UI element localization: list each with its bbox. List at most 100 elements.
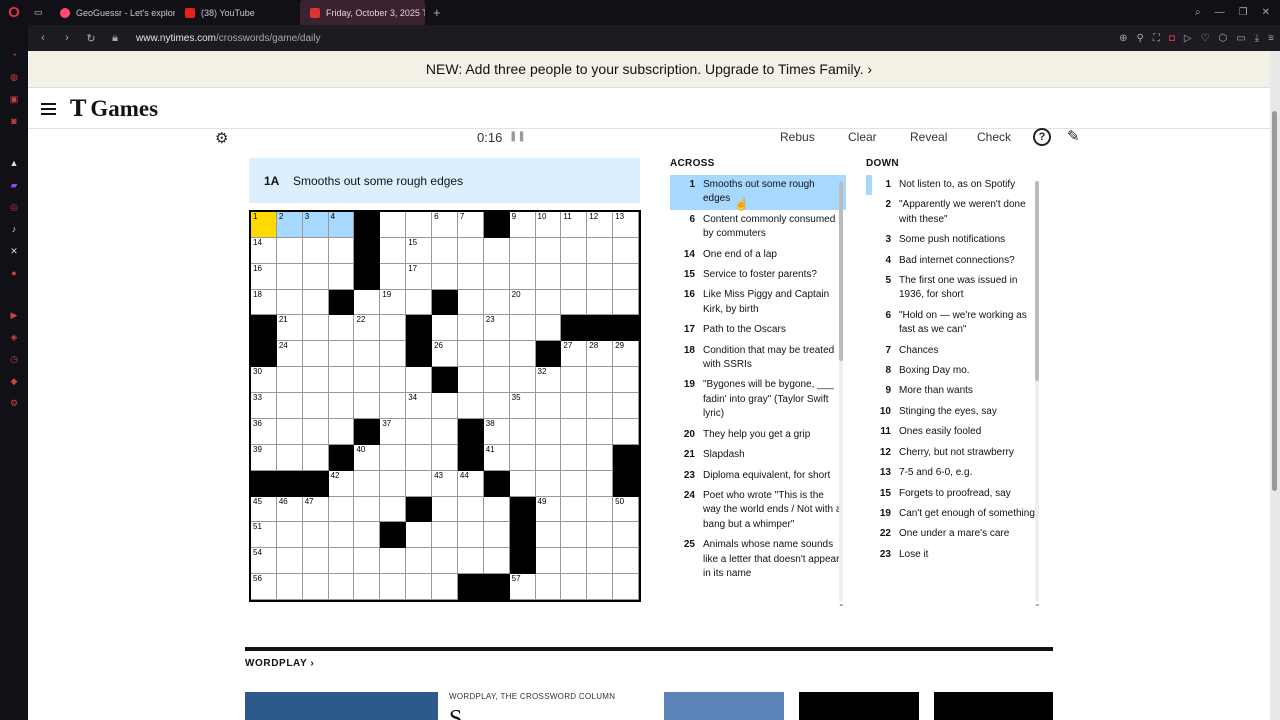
grid-cell[interactable]: [483, 496, 510, 523]
grid-cell[interactable]: [328, 522, 355, 549]
grid-cell[interactable]: [613, 418, 639, 445]
download-icon[interactable]: ⤓: [1255, 33, 1259, 44]
grid-cell[interactable]: 6: [432, 212, 458, 238]
grid-cell[interactable]: [432, 263, 458, 290]
grid-cell[interactable]: [328, 263, 355, 290]
wordplay-link[interactable]: WORDPLAY ›: [245, 658, 314, 669]
across-clue[interactable]: 15 Service to foster parents?: [670, 265, 846, 285]
game-thumbnail[interactable]: [934, 692, 1053, 720]
across-clue[interactable]: 23 Diploma equivalent, for short: [670, 466, 846, 486]
down-clue[interactable]: 7 Chances: [866, 341, 1041, 361]
grid-cell[interactable]: 15: [406, 237, 433, 264]
grid-cell[interactable]: [380, 574, 407, 600]
settings-icon[interactable]: ⚙: [8, 397, 20, 409]
grid-cell[interactable]: [302, 263, 329, 290]
grid-cell[interactable]: [354, 548, 381, 575]
grid-cell[interactable]: 2: [276, 212, 303, 238]
pause-icon[interactable]: ❚❚: [509, 131, 526, 142]
grid-cell[interactable]: [561, 289, 588, 316]
grid-cell[interactable]: [561, 470, 588, 497]
grid-cell[interactable]: 45: [251, 496, 277, 523]
menu-icon[interactable]: ≡: [1268, 33, 1274, 44]
grid-cell[interactable]: [354, 496, 381, 523]
grid-cell[interactable]: [406, 574, 433, 600]
grid-cell[interactable]: [406, 212, 433, 238]
grid-cell[interactable]: [354, 393, 381, 419]
grid-cell[interactable]: 49: [535, 496, 562, 523]
grid-cell[interactable]: [587, 367, 614, 394]
grid-cell[interactable]: [328, 496, 355, 523]
grid-cell[interactable]: [483, 367, 510, 394]
extensions-icon[interactable]: ◈: [8, 331, 20, 343]
grid-cell[interactable]: [380, 315, 407, 342]
across-clue[interactable]: 1 Smooths out some rough edges: [670, 175, 846, 210]
grid-cell[interactable]: [276, 522, 303, 549]
grid-cell[interactable]: [587, 574, 614, 600]
grid-cell[interactable]: 39: [251, 444, 277, 471]
grid-cell[interactable]: [380, 212, 407, 238]
grid-cell[interactable]: [328, 548, 355, 575]
down-clue[interactable]: 5 The first one was issued in 1936, for s…: [866, 271, 1041, 306]
app-icon[interactable]: ▲: [8, 157, 20, 169]
grid-cell[interactable]: [432, 393, 458, 419]
grid-cell[interactable]: 56: [251, 574, 277, 600]
across-clue[interactable]: 20 They help you get a grip: [670, 425, 846, 445]
zoom-icon[interactable]: ⊕: [1119, 33, 1127, 44]
grid-cell[interactable]: [535, 237, 562, 264]
grid-cell[interactable]: [302, 444, 329, 471]
grid-cell[interactable]: [406, 289, 433, 316]
grid-cell[interactable]: [276, 263, 303, 290]
across-scroll-down-icon[interactable]: ⌄: [838, 599, 845, 608]
grid-cell[interactable]: [380, 237, 407, 264]
grid-cell[interactable]: [302, 237, 329, 264]
maximize-icon[interactable]: ❐: [1239, 7, 1248, 18]
grid-cell[interactable]: 29: [613, 341, 639, 368]
pinboard-icon[interactable]: ▣: [8, 93, 20, 105]
grid-cell[interactable]: [509, 418, 536, 445]
grid-cell[interactable]: 16: [251, 263, 277, 290]
grid-cell[interactable]: [587, 263, 614, 290]
grid-cell[interactable]: [613, 289, 639, 316]
url-field[interactable]: www.nytimes.com/crosswords/game/daily: [136, 33, 321, 44]
grid-cell[interactable]: [380, 393, 407, 419]
grid-cell[interactable]: 32: [535, 367, 562, 394]
grid-cell[interactable]: [613, 522, 639, 549]
across-clue[interactable]: 17 Path to the Oscars: [670, 320, 846, 340]
extensions-icon[interactable]: ⬡: [1219, 33, 1228, 44]
grid-cell[interactable]: [457, 341, 484, 368]
across-clue[interactable]: 21 Slapdash: [670, 445, 846, 465]
grid-cell[interactable]: [380, 367, 407, 394]
grid-cell[interactable]: 21: [276, 315, 303, 342]
down-clue[interactable]: 1 Not listen to, as on Spotify: [866, 175, 1041, 196]
wallet-icon[interactable]: ▭: [1236, 33, 1245, 44]
grid-cell[interactable]: [561, 237, 588, 264]
grid-cell[interactable]: 30: [251, 367, 277, 394]
grid-cell[interactable]: [483, 522, 510, 549]
grid-cell[interactable]: [354, 367, 381, 394]
grid-cell[interactable]: [328, 315, 355, 342]
grid-cell[interactable]: [328, 574, 355, 600]
grid-cell[interactable]: 57: [509, 574, 536, 600]
crossword-grid[interactable]: 1 2 3 4 5 6 7 8 9 10 11 12 13 14 15 16 17 18 19 20 21 22 23 24 2…: [249, 210, 641, 602]
pocket-icon[interactable]: ◘: [1169, 33, 1175, 44]
grid-cell[interactable]: [483, 289, 510, 316]
grid-cell[interactable]: [587, 418, 614, 445]
grid-cell[interactable]: [587, 289, 614, 316]
grid-cell[interactable]: [406, 470, 433, 497]
grid-cell[interactable]: [432, 548, 458, 575]
grid-cell[interactable]: [432, 574, 458, 600]
grid-cell[interactable]: [380, 341, 407, 368]
instagram-icon[interactable]: ◎: [8, 201, 20, 213]
grid-cell[interactable]: 22: [354, 315, 381, 342]
game-thumbnail[interactable]: [799, 692, 919, 720]
pin-icon[interactable]: ⚲: [1137, 33, 1144, 44]
grid-cell[interactable]: [613, 393, 639, 419]
grid-cell[interactable]: [276, 444, 303, 471]
grid-cell[interactable]: 41: [483, 444, 510, 471]
grid-cell[interactable]: 35: [509, 393, 536, 419]
opera-logo-icon[interactable]: O: [0, 0, 28, 25]
down-clue[interactable]: 11 Ones easily fooled: [866, 422, 1041, 442]
nyt-logo-icon[interactable]: T: [70, 96, 86, 122]
grid-cell[interactable]: [457, 522, 484, 549]
grid-cell[interactable]: [587, 444, 614, 471]
